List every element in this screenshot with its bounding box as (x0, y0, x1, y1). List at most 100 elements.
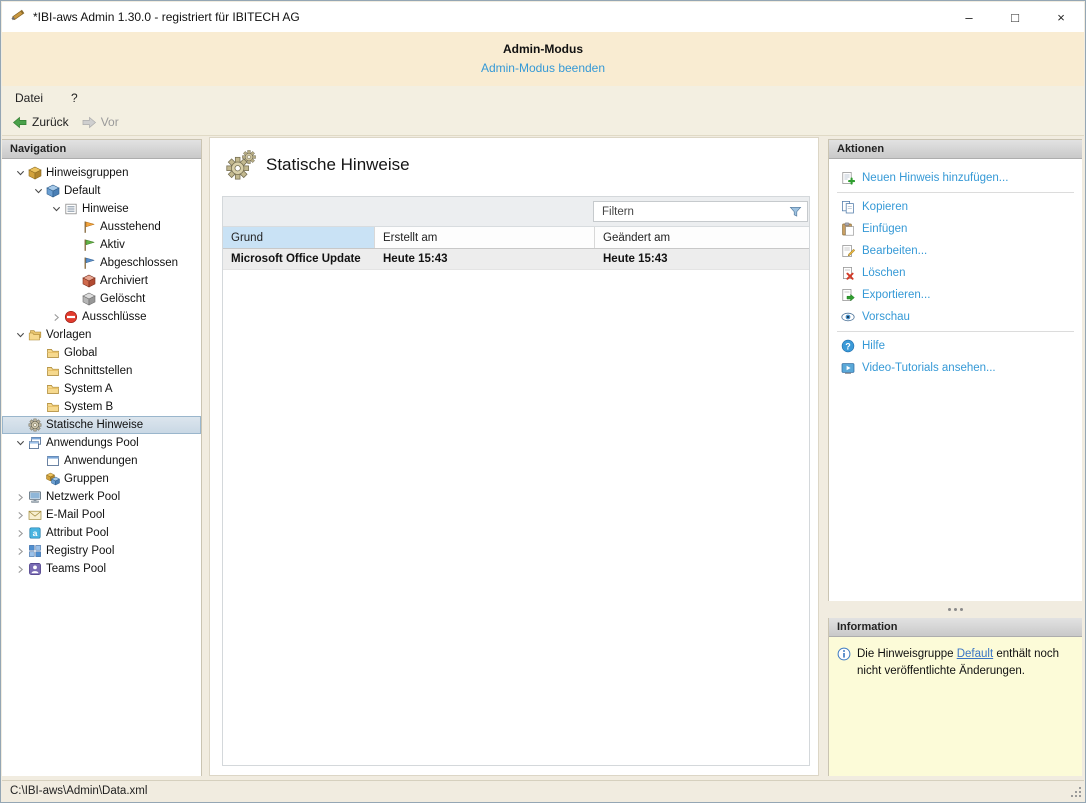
navigation-panel: Navigation Hinweisgruppen Default Hinweise… (2, 139, 202, 776)
window-title: *IBI-aws Admin 1.30.0 - registriert für … (33, 10, 300, 24)
tree-item-aktiv[interactable]: Aktiv (2, 236, 201, 254)
chevron-down-icon[interactable] (14, 169, 26, 177)
info-icon (837, 647, 851, 679)
tree-item-netzwerk-pool[interactable]: Netzwerk Pool (2, 488, 201, 506)
static-notes-gear-icon (226, 150, 256, 180)
chevron-down-icon[interactable] (32, 187, 44, 195)
tree-item-label: Attribut Pool (46, 527, 113, 539)
app-icon (10, 7, 26, 28)
tree-item-label: Gelöscht (100, 293, 149, 305)
table-body: Microsoft Office UpdateHeute 15:43Heute … (223, 249, 809, 270)
tree-item-label: Default (64, 185, 104, 197)
action-hilfe[interactable]: ?Hilfe (829, 335, 1082, 357)
tree-item-ausschl-sse[interactable]: Ausschlüsse (2, 308, 201, 326)
action-vorschau[interactable]: Vorschau (829, 306, 1082, 328)
back-arrow-icon (12, 116, 28, 129)
tree-item-schnittstellen[interactable]: Schnittstellen (2, 362, 201, 380)
chevron-right-icon[interactable] (14, 565, 26, 574)
windows-icon (27, 436, 43, 450)
action-label: Video-Tutorials ansehen... (862, 362, 996, 374)
help-icon: ? (841, 339, 855, 353)
tree-item-hinweise[interactable]: Hinweise (2, 200, 201, 218)
tree-item-global[interactable]: Global (2, 344, 201, 362)
page-title: Statische Hinweise (266, 155, 410, 175)
tree-item-anwendungen[interactable]: Anwendungen (2, 452, 201, 470)
filter-input[interactable]: Filtern (593, 201, 808, 222)
svg-text:a: a (33, 528, 38, 538)
chevron-down-icon[interactable] (14, 439, 26, 447)
tree-item-vorlagen[interactable]: Vorlagen (2, 326, 201, 344)
tree-item-label: Archiviert (100, 275, 152, 287)
action-kopieren[interactable]: Kopieren (829, 196, 1082, 218)
column-header-ge-ndert-am[interactable]: Geändert am (595, 227, 810, 248)
forward-button[interactable]: Vor (81, 115, 119, 129)
navigation-header: Navigation (2, 140, 201, 159)
filter-funnel-icon[interactable] (789, 205, 802, 218)
navigation-tree: HinweisgruppenDefaultHinweiseAusstehendA… (2, 159, 201, 578)
back-label: Zurück (32, 115, 69, 129)
menubar: Datei ? (2, 86, 1084, 109)
chevron-down-icon[interactable] (14, 331, 26, 339)
chevron-right-icon[interactable] (14, 529, 26, 538)
app-window: *IBI-aws Admin 1.30.0 - registriert für … (0, 0, 1086, 803)
folders-icon (27, 328, 43, 342)
default-group-link[interactable]: Default (957, 648, 993, 660)
tree-item-gel-scht[interactable]: Gelöscht (2, 290, 201, 308)
action-video-tutorials-ansehen[interactable]: Video-Tutorials ansehen... (829, 357, 1082, 379)
tree-item-statische-hinweise[interactable]: Statische Hinweise (2, 416, 201, 434)
menu-help[interactable]: ? (71, 91, 78, 105)
tree-item-label: Ausschlüsse (82, 311, 151, 323)
tree-item-archiviert[interactable]: Archiviert (2, 272, 201, 290)
chevron-right-icon[interactable] (14, 511, 26, 520)
admin-mode-exit-link[interactable]: Admin-Modus beenden (2, 61, 1084, 75)
tree-item-teams-pool[interactable]: Teams Pool (2, 560, 201, 578)
tree-item-label: Gruppen (64, 473, 113, 485)
tree-item-label: Statische Hinweise (46, 419, 147, 431)
tree-item-hinweisgruppen[interactable]: Hinweisgruppen (2, 164, 201, 182)
tree-item-attribut-pool[interactable]: a Attribut Pool (2, 524, 201, 542)
chevron-down-icon[interactable] (50, 205, 62, 213)
tree-item-system-a[interactable]: System A (2, 380, 201, 398)
action-label: Bearbeiten... (862, 245, 927, 257)
tree-item-e-mail-pool[interactable]: E-Mail Pool (2, 506, 201, 524)
box-red-icon (81, 274, 97, 288)
column-header-erstellt-am[interactable]: Erstellt am (375, 227, 595, 248)
action-bearbeiten[interactable]: Bearbeiten... (829, 240, 1082, 262)
chevron-right-icon[interactable] (14, 493, 26, 502)
tree-item-default[interactable]: Default (2, 182, 201, 200)
tree-item-system-b[interactable]: System B (2, 398, 201, 416)
tree-item-label: Anwendungen (64, 455, 142, 467)
action-neuen-hinweis-hinzuf-gen[interactable]: Neuen Hinweis hinzufügen... (829, 167, 1082, 189)
chevron-right-icon[interactable] (50, 313, 62, 322)
action-l-schen[interactable]: Löschen (829, 262, 1082, 284)
tree-item-gruppen[interactable]: Gruppen (2, 470, 201, 488)
splitter-grip-icon (948, 608, 951, 611)
statusbar: C:\IBI-aws\Admin\Data.xml (2, 780, 1084, 801)
resize-grip[interactable] (1069, 785, 1081, 797)
chevron-right-icon[interactable] (14, 547, 26, 556)
panel-splitter[interactable] (828, 601, 1082, 618)
tree-item-label: Global (64, 347, 101, 359)
teams-icon (27, 562, 43, 576)
minimize-button[interactable]: – (946, 2, 992, 32)
registry-icon (27, 544, 43, 558)
notes-list: Filtern GrundErstellt amGeändert am Micr… (222, 196, 810, 766)
column-header-grund[interactable]: Grund (223, 227, 375, 248)
action-exportieren[interactable]: Exportieren... (829, 284, 1082, 306)
back-button[interactable]: Zurück (12, 115, 69, 129)
tree-item-anwendungs-pool[interactable]: Anwendungs Pool (2, 434, 201, 452)
actions-panel: Aktionen Neuen Hinweis hinzufügen...Kopi… (828, 139, 1082, 601)
tree-item-abgeschlossen[interactable]: Abgeschlossen (2, 254, 201, 272)
close-button[interactable]: × (1038, 2, 1084, 32)
maximize-button[interactable]: □ (992, 2, 1038, 32)
tree-item-label: Vorlagen (46, 329, 95, 341)
table-row[interactable]: Microsoft Office UpdateHeute 15:43Heute … (223, 249, 809, 270)
information-body: Die Hinweisgruppe Default enthält noch n… (829, 637, 1082, 679)
paste-icon (841, 222, 855, 236)
admin-mode-title: Admin-Modus (2, 42, 1084, 56)
action-einf-gen[interactable]: Einfügen (829, 218, 1082, 240)
tree-item-ausstehend[interactable]: Ausstehend (2, 218, 201, 236)
menu-datei[interactable]: Datei (15, 91, 43, 105)
action-label: Einfügen (862, 223, 907, 235)
tree-item-registry-pool[interactable]: Registry Pool (2, 542, 201, 560)
